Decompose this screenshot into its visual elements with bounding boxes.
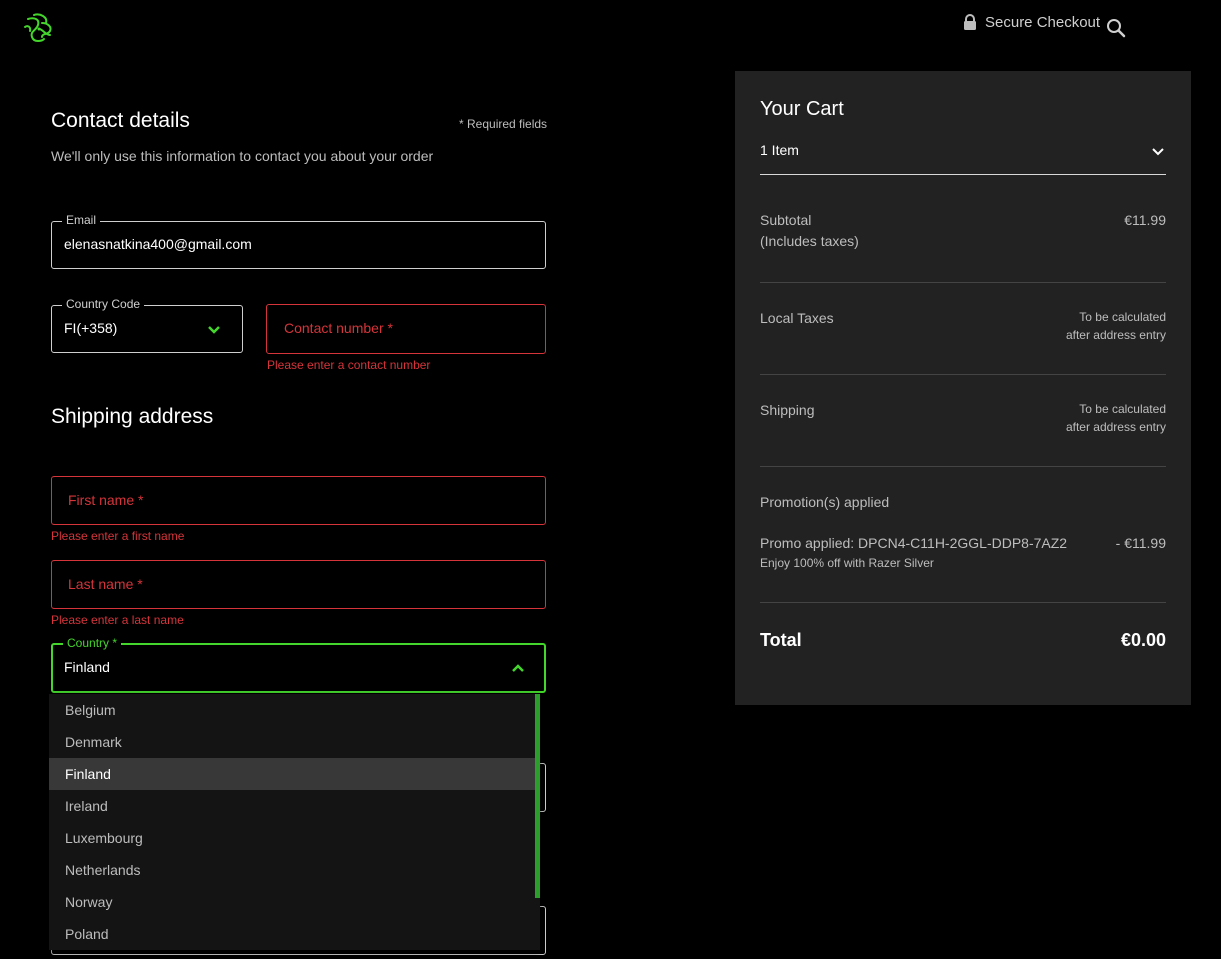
country-option-ireland[interactable]: Ireland (49, 790, 535, 822)
promo-value: - €11.99 (1115, 535, 1166, 551)
subtotal-value: €11.99 (1124, 212, 1166, 228)
country-dropdown-list[interactable]: Belgium Denmark Finland Ireland Luxembou… (49, 694, 540, 950)
chevron-up-icon[interactable] (511, 661, 525, 675)
country-option-belgium[interactable]: Belgium (49, 694, 535, 726)
divider (760, 174, 1166, 175)
country-code-value: FI(+358) (64, 320, 118, 336)
local-taxes-label: Local Taxes (760, 310, 834, 326)
lock-icon (964, 14, 976, 30)
local-taxes-value: To be calculated after address entry (1066, 308, 1166, 344)
local-taxes-value-line-2: after address entry (1065, 328, 1166, 342)
first-name-placeholder: First name * (68, 492, 144, 508)
required-fields-note: * Required fields (459, 117, 548, 131)
chevron-down-icon[interactable] (207, 323, 221, 337)
cart-title: Your Cart (760, 98, 844, 120)
country-option-netherlands[interactable]: Netherlands (49, 854, 535, 886)
shipping-label: Shipping (760, 402, 815, 418)
cart-items-toggle[interactable]: 1 Item (760, 142, 799, 158)
total-value: €0.00 (1120, 630, 1166, 650)
contact-number-input[interactable]: Contact number * (266, 304, 546, 354)
country-option-luxembourg[interactable]: Luxembourg (49, 822, 535, 854)
email-value[interactable]: elenasnatkina400@gmail.com (64, 236, 252, 252)
email-field[interactable]: Email elenasnatkina400@gmail.com (51, 213, 546, 269)
contact-details-title: Contact details (51, 109, 190, 132)
country-option-finland[interactable]: Finland (49, 758, 535, 790)
shipping-value-line-1: To be calculated (1079, 402, 1166, 416)
subtotal-note: (Includes taxes) (760, 233, 859, 249)
first-name-error: Please enter a first name (51, 529, 185, 543)
shipping-value-line-2: after address entry (1065, 420, 1166, 434)
divider (760, 282, 1166, 283)
country-label: Country * (63, 636, 122, 650)
divider (760, 466, 1166, 467)
promotions-label: Promotion(s) applied (760, 494, 890, 510)
local-taxes-value-line-1: To be calculated (1079, 310, 1166, 324)
country-option-poland[interactable]: Poland (49, 918, 535, 950)
contact-number-error: Please enter a contact number (267, 358, 431, 372)
chevron-down-icon[interactable] (1151, 145, 1165, 159)
country-select[interactable]: Country * Finland (51, 636, 546, 693)
last-name-error: Please enter a last name (51, 613, 184, 627)
contact-number-placeholder: Contact number * (284, 320, 393, 336)
cart-panel: Your Cart 1 Item Subtotal (Includes taxe… (735, 71, 1191, 705)
country-option-denmark[interactable]: Denmark (49, 726, 535, 758)
shipping-address-title: Shipping address (51, 405, 214, 428)
promo-code-label: Promo applied: DPCN4-C11H-2GGL-DDP8-7AZ2 (760, 535, 1068, 551)
country-code-select[interactable]: Country Code FI(+358) (51, 297, 243, 353)
country-value: Finland (64, 659, 110, 675)
secure-checkout-label: Secure Checkout (985, 14, 1101, 31)
last-name-placeholder: Last name * (68, 576, 143, 592)
contact-subtitle: We'll only use this information to conta… (51, 148, 434, 164)
email-label: Email (62, 213, 101, 227)
promo-note: Enjoy 100% off with Razer Silver (760, 556, 934, 570)
divider (760, 374, 1166, 375)
search-icon[interactable] (1105, 17, 1127, 39)
country-option-norway[interactable]: Norway (49, 886, 535, 918)
razer-logo-icon[interactable] (20, 9, 58, 47)
shipping-value: To be calculated after address entry (1066, 400, 1166, 436)
dropdown-scrollbar[interactable] (535, 694, 540, 898)
total-label: Total (760, 630, 802, 650)
last-name-input[interactable]: Last name * (51, 560, 546, 609)
country-code-label: Country Code (62, 297, 145, 311)
first-name-input[interactable]: First name * (51, 476, 546, 525)
secure-checkout: Secure Checkout (963, 14, 1100, 31)
divider (760, 602, 1166, 603)
subtotal-label: Subtotal (760, 212, 812, 228)
